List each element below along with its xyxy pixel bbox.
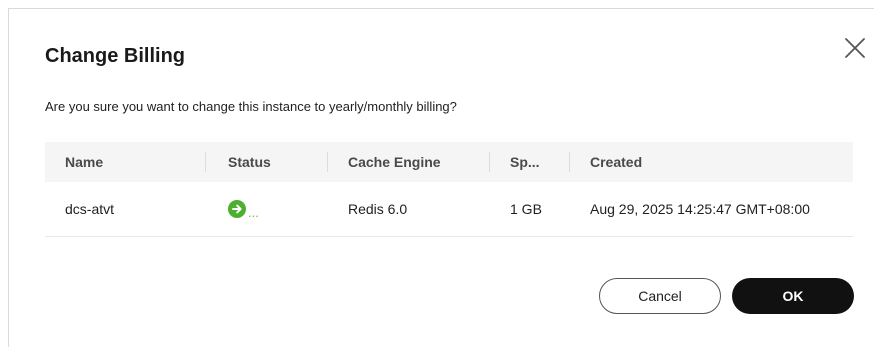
- close-icon: [845, 38, 865, 58]
- instance-table: Name Status Cache Engine Sp... Created d…: [45, 142, 853, 237]
- column-header-name: Name: [65, 154, 104, 170]
- column-header-cache-engine: Cache Engine: [348, 154, 441, 170]
- column-divider: [489, 152, 490, 172]
- column-header-status: Status: [228, 154, 271, 170]
- modal-backdrop: Change Billing Are you sure you want to …: [0, 0, 875, 347]
- arrow-right-circle-icon: [228, 200, 246, 218]
- instance-created: Aug 29, 2025 14:25:47 GMT+08:00: [590, 201, 810, 217]
- column-header-spec: Sp...: [510, 154, 540, 170]
- table-header: Name Status Cache Engine Sp... Created: [45, 142, 853, 182]
- column-header-created: Created: [590, 154, 643, 170]
- cancel-button[interactable]: Cancel: [599, 278, 721, 314]
- column-divider: [569, 152, 570, 172]
- instance-cache-engine: Redis 6.0: [348, 201, 408, 217]
- ok-button[interactable]: OK: [732, 278, 854, 314]
- status-text: ...: [248, 205, 259, 220]
- instance-status: ...: [228, 182, 259, 236]
- instance-name: dcs-atvt: [65, 201, 115, 217]
- dialog-title: Change Billing: [45, 45, 185, 67]
- instance-spec: 1 GB: [510, 201, 542, 217]
- column-divider: [327, 152, 328, 172]
- change-billing-dialog: Change Billing Are you sure you want to …: [8, 8, 874, 347]
- table-row: dcs-atvt ... Redis 6.0 1 GB Aug 29, 2025…: [45, 182, 853, 237]
- close-button[interactable]: [842, 35, 875, 71]
- column-divider: [205, 152, 206, 172]
- dialog-message: Are you sure you want to change this ins…: [45, 99, 457, 114]
